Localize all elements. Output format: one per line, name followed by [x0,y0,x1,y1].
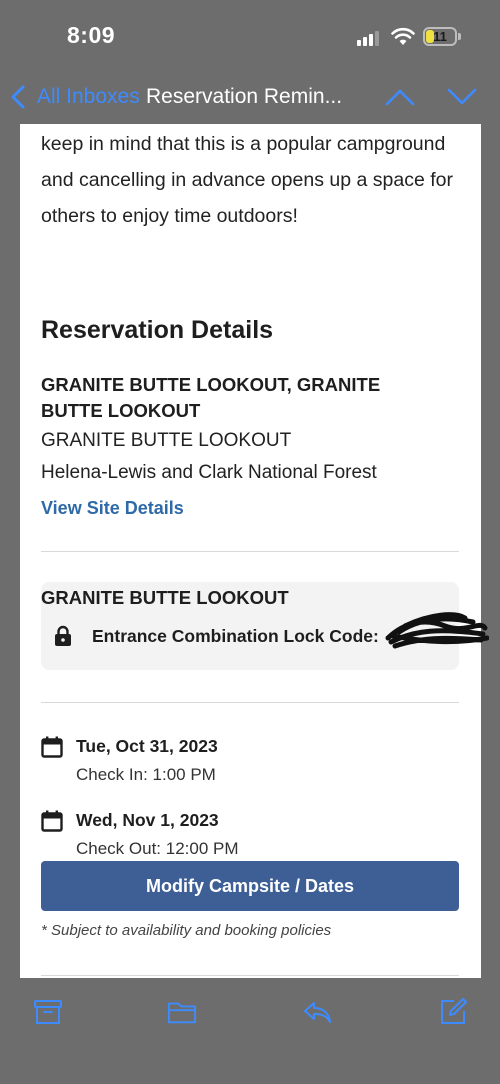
reply-icon[interactable] [302,997,332,1027]
status-bar: 8:09 11 [0,0,500,70]
divider [41,975,459,976]
checkout-time: Check Out: 12:00 PM [76,839,239,858]
battery-icon: 11 [423,27,457,46]
wifi-icon [391,27,415,45]
divider [41,551,459,552]
chevron-left-icon[interactable] [8,84,30,110]
checkin-time: Check In: 1:00 PM [76,765,216,784]
status-time: 8:09 [67,22,116,48]
back-to-inboxes-link[interactable]: All Inboxes [37,85,140,109]
view-site-details-link[interactable]: View Site Details [41,498,184,519]
chevron-down-icon[interactable] [447,87,477,107]
lock-icon [55,625,71,646]
lock-heading: GRANITE BUTTE LOOKOUT [41,587,289,608]
battery-cap [458,33,461,40]
archive-icon[interactable] [33,997,63,1027]
calendar-icon [41,810,63,832]
lock-code-label: Entrance Combination Lock Code: [92,626,379,646]
email-card: keep in mind that this is a popular camp… [20,124,489,978]
compose-icon[interactable] [438,997,468,1027]
chevron-up-icon[interactable] [385,87,415,107]
availability-footnote: * Subject to availability and booking po… [41,922,332,939]
email-body[interactable]: keep in mind that this is a popular camp… [0,124,500,978]
calendar-icon [41,736,63,758]
checkout-date: Wed, Nov 1, 2023 [76,810,219,830]
modify-campsite-button[interactable]: Modify Campsite / Dates [41,861,459,911]
divider [41,702,459,703]
battery-level: 11 [433,29,447,44]
mail-toolbar [0,978,500,1084]
email-subject-title: Reservation Remin... [146,85,343,108]
folder-icon[interactable] [167,997,197,1027]
site-location: GRANITE BUTTE LOOKOUT [41,430,292,451]
redaction-scribble [385,612,489,649]
intro-paragraph: keep in mind that this is a popular camp… [41,133,453,227]
checkin-date: Tue, Oct 31, 2023 [76,736,218,756]
section-title: Reservation Details [41,316,274,344]
site-name: GRANITE BUTTE LOOKOUT, GRANITE BUTTE LOO… [41,374,381,421]
cellular-signal-icon [357,30,383,46]
site-forest: Helena-Lewis and Clark National Forest [41,462,377,483]
mail-nav-bar: All Inboxes Reservation Remin... [0,70,500,124]
